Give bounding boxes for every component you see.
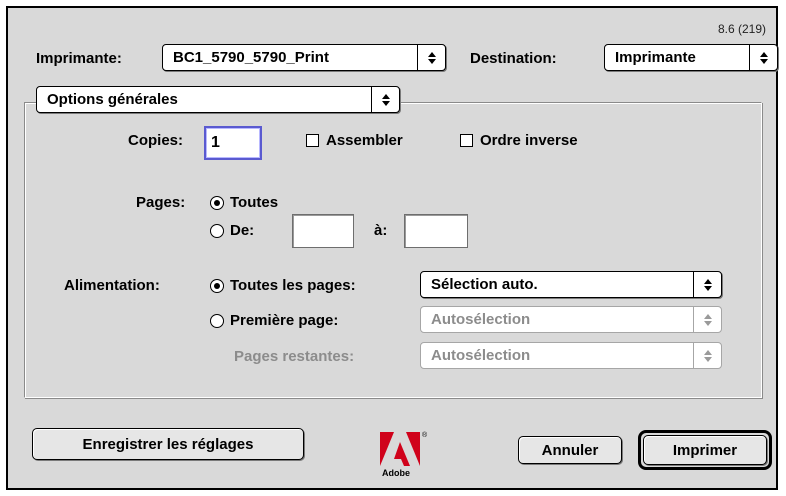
printer-popup[interactable]: BC1_5790_5790_Print: [162, 44, 446, 71]
pages-from-label: De:: [230, 222, 255, 239]
pages-label: Pages:: [136, 194, 186, 211]
panel-value: Options générales: [47, 91, 178, 108]
updown-arrows-icon: [693, 307, 721, 332]
source-first-page-popup[interactable]: Autosélection: [420, 306, 722, 333]
copies-label: Copies:: [128, 132, 184, 149]
pages-all-label: Toutes: [230, 194, 279, 211]
pages-range-radio[interactable]: [210, 224, 224, 238]
updown-arrows-icon: [693, 343, 721, 368]
reverse-order-checkbox[interactable]: [460, 134, 473, 147]
pages-to-field[interactable]: [404, 214, 468, 248]
source-all-pages-popup[interactable]: Sélection auto.: [420, 271, 722, 298]
pages-from-field[interactable]: [292, 214, 354, 248]
source-all-pages-value: Sélection auto.: [431, 276, 538, 293]
cancel-button[interactable]: Annuler: [518, 436, 622, 464]
collate-label: Assembler: [326, 132, 403, 149]
print-dialog: 8.6 (219) Imprimante: BC1_5790_5790_Prin…: [6, 6, 778, 490]
print-button[interactable]: Imprimer: [643, 435, 767, 465]
updown-arrows-icon: [371, 87, 399, 112]
registered-mark: ®: [422, 432, 428, 439]
updown-arrows-icon: [749, 45, 777, 70]
panel-popup[interactable]: Options générales: [36, 86, 400, 113]
pages-to-label: à:: [374, 222, 388, 239]
source-first-page-radio[interactable]: [210, 314, 224, 328]
source-remaining-popup[interactable]: Autosélection: [420, 342, 722, 369]
source-all-pages-radio[interactable]: [210, 279, 224, 293]
source-first-page-label: Première page:: [230, 312, 339, 329]
updown-arrows-icon: [693, 272, 721, 297]
destination-popup[interactable]: Imprimante: [604, 44, 778, 71]
reverse-order-label: Ordre inverse: [480, 132, 578, 149]
version-label: 8.6 (219): [717, 22, 766, 36]
destination-label: Destination:: [470, 50, 557, 67]
adobe-logo-text: Adobe: [382, 468, 410, 478]
save-settings-button[interactable]: Enregistrer les réglages: [32, 428, 304, 460]
paper-source-label: Alimentation:: [64, 277, 160, 294]
source-all-pages-label: Toutes les pages:: [230, 277, 356, 294]
updown-arrows-icon: [417, 45, 445, 70]
printer-value: BC1_5790_5790_Print: [173, 49, 329, 66]
printer-label: Imprimante:: [36, 50, 122, 67]
source-remaining-value: Autosélection: [431, 347, 531, 364]
collate-checkbox[interactable]: [306, 134, 319, 147]
pages-all-radio[interactable]: [210, 196, 224, 210]
destination-value: Imprimante: [615, 49, 696, 66]
source-remaining-label: Pages restantes:: [234, 348, 355, 365]
source-first-page-value: Autosélection: [431, 311, 531, 328]
copies-field[interactable]: 1: [204, 126, 262, 160]
